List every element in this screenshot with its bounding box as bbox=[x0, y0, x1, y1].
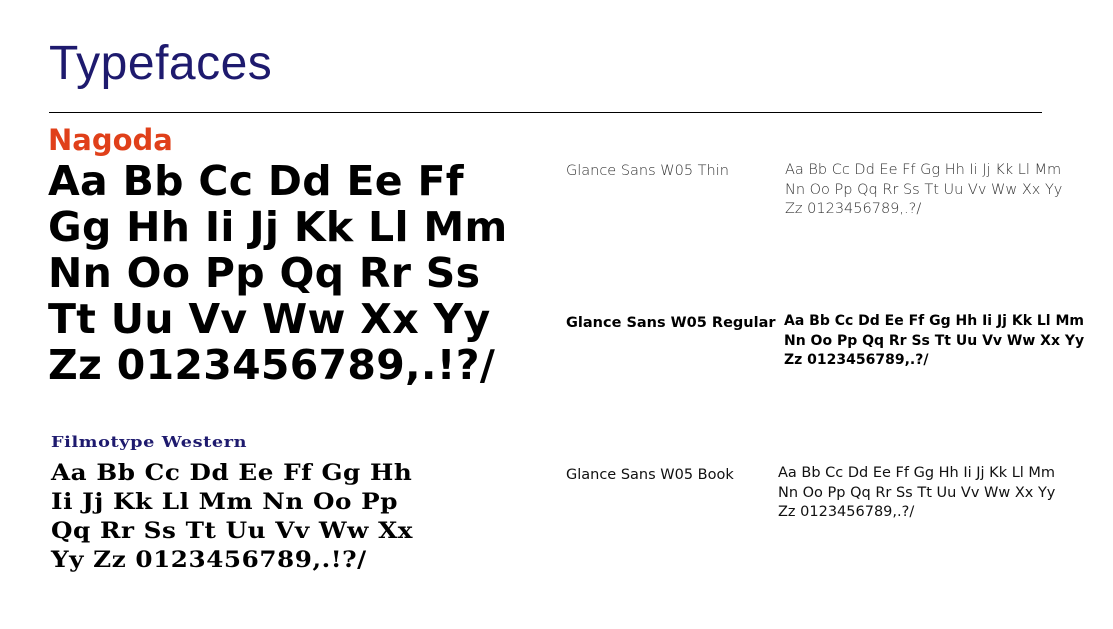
glance-thin-sample-line: Zz 0123456789,.?/ bbox=[785, 201, 922, 217]
nagoda-font-name: Nagoda bbox=[48, 123, 173, 157]
page-title: Typefaces bbox=[49, 37, 273, 90]
glance-regular-font-name: Glance Sans W05 Regular bbox=[566, 315, 776, 331]
glance-regular-specimen: Aa Bb Cc Dd Ee Ff Gg Hh Ii Jj Kk Ll Mm N… bbox=[784, 312, 1104, 371]
filmotype-font-name: Filmotype Western bbox=[51, 433, 248, 451]
filmotype-sample-line: Ii Jj Kk Ll Mm Nn Oo Pp bbox=[51, 489, 399, 515]
nagoda-sample-line: Gg Hh Ii Jj Kk Ll Mm bbox=[48, 203, 508, 251]
glance-thin-specimen: Aa Bb Cc Dd Ee Ff Gg Hh Ii Jj Kk Ll Mm N… bbox=[785, 161, 1105, 220]
nagoda-sample-line: Zz 0123456789,.!?/ bbox=[48, 341, 496, 389]
glance-book-sample-line: Zz 0123456789,.?/ bbox=[778, 504, 915, 520]
filmotype-sample-line: Qq Rr Ss Tt Uu Vv Ww Xx bbox=[51, 518, 414, 544]
title-divider bbox=[49, 112, 1042, 113]
glance-book-sample-line: Nn Oo Pp Qq Rr Ss Tt Uu Vv Ww Xx Yy bbox=[778, 484, 1056, 501]
nagoda-sample-line: Aa Bb Cc Dd Ee Ff bbox=[48, 157, 464, 205]
nagoda-sample-line: Nn Oo Pp Qq Rr Ss bbox=[48, 249, 481, 297]
nagoda-specimen: Aa Bb Cc Dd Ee Ff Gg Hh Ii Jj Kk Ll Mm N… bbox=[48, 158, 548, 388]
glance-book-sample-line: Aa Bb Cc Dd Ee Ff Gg Hh Ii Jj Kk Ll Mm bbox=[778, 465, 1056, 481]
nagoda-sample-line: Tt Uu Vv Ww Xx Yy bbox=[48, 295, 491, 343]
glance-regular-sample-line: Aa Bb Cc Dd Ee Ff Gg Hh Ii Jj Kk Ll Mm bbox=[784, 313, 1085, 329]
glance-thin-font-name: Glance Sans W05 Thin bbox=[566, 163, 729, 179]
glance-book-font-name: Glance Sans W05 Book bbox=[566, 467, 734, 483]
glance-thin-sample-line: Aa Bb Cc Dd Ee Ff Gg Hh Ii Jj Kk Ll Mm bbox=[785, 162, 1062, 178]
glance-book-specimen: Aa Bb Cc Dd Ee Ff Gg Hh Ii Jj Kk Ll Mm N… bbox=[778, 464, 1098, 523]
filmotype-sample-line: Aa Bb Cc Dd Ee Ff Gg Hh bbox=[51, 460, 413, 486]
filmotype-specimen: Aa Bb Cc Dd Ee Ff Gg Hh Ii Jj Kk Ll Mm N… bbox=[51, 459, 531, 575]
glance-thin-sample-line: Nn Oo Pp Qq Rr Ss Tt Uu Vv Ww Xx Yy bbox=[785, 181, 1063, 198]
glance-regular-sample-line: Nn Oo Pp Qq Rr Ss Tt Uu Vv Ww Xx Yy bbox=[784, 332, 1085, 349]
filmotype-sample-line: Yy Zz 0123456789,.!?/ bbox=[51, 547, 367, 573]
glance-regular-sample-line: Zz 0123456789,.?/ bbox=[784, 352, 929, 368]
